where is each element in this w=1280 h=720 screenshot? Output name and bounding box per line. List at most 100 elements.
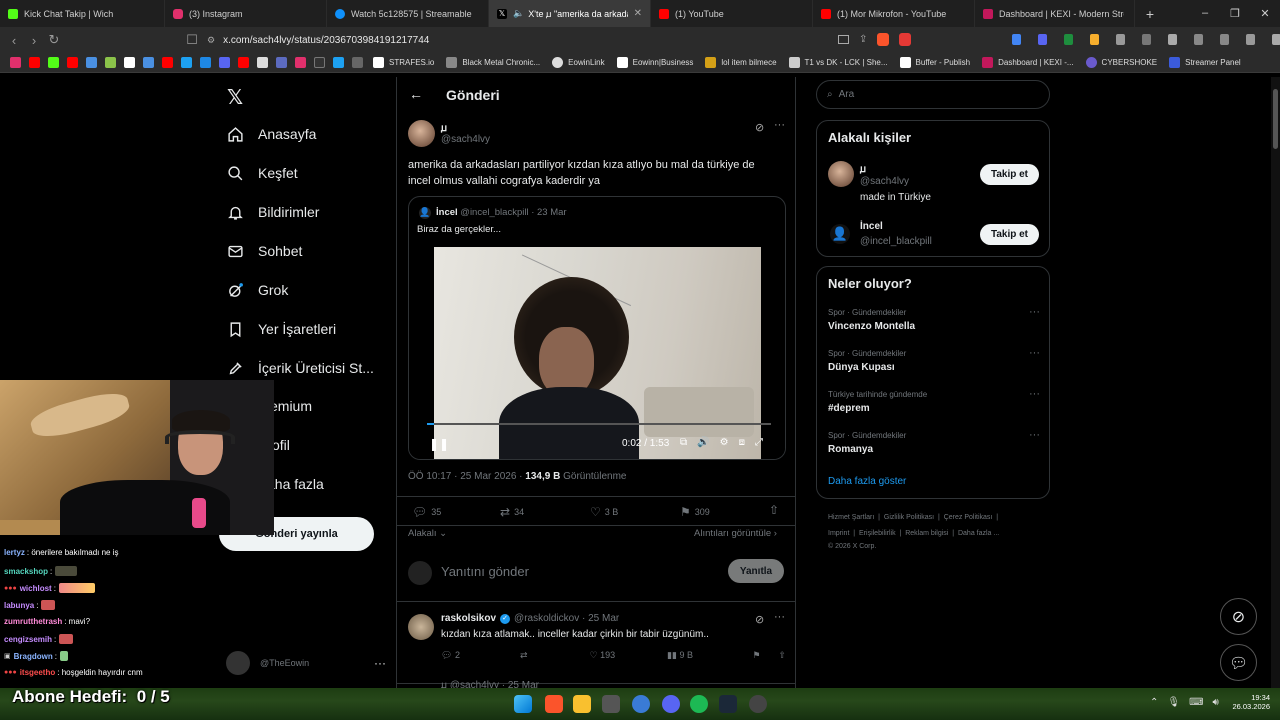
trend-item[interactable]: Spor · Gündemdekiler Romanya ··· (828, 429, 1040, 455)
search-box[interactable]: ⌕ Ara (816, 80, 1050, 109)
bookmark-page-icon[interactable]: ☐ (182, 32, 202, 48)
share-icon[interactable]: ⇧ (778, 650, 786, 661)
more-icon[interactable]: ··· (1029, 306, 1040, 318)
nav-explore[interactable]: Keşfet (226, 164, 298, 182)
wallet-icon[interactable] (1220, 34, 1229, 45)
more-icon[interactable]: ··· (1029, 429, 1040, 441)
footer-link[interactable]: Gizlilik Politikası (884, 514, 934, 521)
browser-tab-active[interactable]: 𝕏 🔈X'te ꙡ "amerika da arkadaşla✕ (489, 0, 651, 27)
brave-rewards-icon[interactable] (899, 33, 912, 46)
reply-tweet[interactable]: raskolsikov ✓ @raskoldickov · 25 Mar ⊘ ···… (397, 604, 795, 684)
reply-author-name[interactable]: raskolsikov (441, 613, 496, 624)
footer-link[interactable]: Reklam bilgisi (905, 530, 948, 537)
bookmark-item[interactable]: STRAFES.io (373, 57, 434, 68)
views-icon[interactable]: ▮▮ 9 B (667, 650, 693, 661)
browser-tab[interactable]: (3) Instagram (165, 0, 327, 27)
follow-button[interactable]: Takip et (980, 164, 1039, 185)
author-name[interactable]: ꙡ (441, 120, 447, 134)
bookmark-icon[interactable] (333, 57, 344, 68)
scrollbar-thumb[interactable] (1273, 89, 1278, 149)
discord-icon[interactable] (662, 695, 680, 713)
app-icon[interactable] (632, 695, 650, 713)
bookmark-item[interactable]: CYBERSHOKE (1085, 57, 1157, 68)
bookmark-item[interactable]: T1 vs DK - LCK | She... (788, 57, 888, 68)
nav-messages[interactable]: Sohbet (226, 242, 302, 260)
quote-card[interactable]: 👤 İncel @incel_blackpill · 23 Mar Biraz … (408, 196, 786, 460)
extension-icon[interactable] (1012, 34, 1021, 45)
bookmark-item[interactable]: Eowinn|Business (616, 57, 693, 68)
avatar[interactable] (828, 161, 854, 187)
vpn-icon[interactable] (1246, 34, 1255, 45)
repost-button[interactable]: ⇄ 34 (500, 505, 524, 519)
puzzle-icon[interactable] (1142, 34, 1151, 45)
extension-icon[interactable] (1064, 34, 1073, 45)
instagram-icon[interactable] (295, 57, 306, 68)
pip-icon[interactable]: ⧈ (739, 437, 745, 448)
bookmark-item[interactable]: Buffer - Publish (899, 57, 970, 68)
nav-bookmarks[interactable]: Yer İşaretleri (226, 320, 336, 338)
nav-premium[interactable]: emium (270, 398, 312, 414)
nav-creator-studio[interactable]: İçerik Üreticisi St... (226, 359, 374, 377)
bookmark-item[interactable]: Streamer Panel (1169, 57, 1241, 68)
chat-bubble-icon[interactable]: 💬︎ (1220, 644, 1257, 681)
nav-more[interactable]: aha fazla (267, 476, 324, 492)
reply-icon[interactable]: 💬︎ 2 (441, 650, 460, 661)
nav-profile[interactable]: ofil (272, 437, 290, 453)
more-icon[interactable]: ··· (374, 656, 386, 670)
nav-grok[interactable]: Grok (226, 281, 288, 299)
back-icon[interactable]: ‹ (4, 33, 24, 48)
bookmark-icon[interactable]: ⚑ (752, 650, 760, 661)
trend-item[interactable]: Türkiye tarihinde gündemde #deprem ··· (828, 388, 1040, 414)
bookmark-icon[interactable] (162, 57, 173, 68)
reply-input[interactable]: Yanıtını gönder (441, 564, 529, 579)
browser-tab[interactable]: Dashboard | KEXI - Modern Stream C (975, 0, 1135, 27)
heart-icon[interactable]: ♡ 193 (590, 650, 616, 661)
person-name[interactable]: ꙡ (860, 161, 866, 175)
footer-link[interactable]: Imprint (828, 530, 849, 537)
extension-icon[interactable] (1116, 34, 1125, 45)
trend-item[interactable]: Spor · Gündemdekiler Vincenzo Montella ··· (828, 306, 1040, 332)
brave-icon[interactable] (545, 695, 563, 713)
screen-icon[interactable] (838, 35, 849, 44)
video-player[interactable]: ❚❚ 0:02 / 1:53 ⧉ 🔊 ⚙ ⧈ ⤢ (409, 247, 785, 459)
bookmark-item[interactable]: Dashboard | KEXI -... (982, 57, 1074, 68)
avatar[interactable] (408, 614, 434, 640)
view-quotes-link[interactable]: Alıntıları görüntüle › (694, 528, 777, 539)
x-icon[interactable] (257, 57, 268, 68)
grok-icon[interactable]: ⊘ (1220, 598, 1257, 635)
avatar[interactable] (408, 120, 435, 147)
pause-icon[interactable]: ❚❚ (429, 437, 449, 451)
avatar[interactable]: 👤 (830, 224, 850, 244)
footer-link[interactable]: Hizmet Şartları (828, 514, 874, 521)
site-info-icon[interactable]: ⚙ (207, 35, 215, 46)
nav-notifications[interactable]: Bildirimler (226, 203, 319, 221)
url-field[interactable]: ⚙ x.com/sach4lvy/status/2036703984191217… (207, 30, 807, 50)
fullscreen-icon[interactable]: ⤢ (755, 437, 763, 448)
footer-link[interactable]: Daha fazla ... (958, 530, 999, 537)
like-button[interactable]: ♡ 3 B (590, 505, 618, 519)
spotify-icon[interactable] (690, 695, 708, 713)
browser-tab[interactable]: (1) YouTube (651, 0, 813, 27)
sidebar-icon[interactable] (1194, 34, 1203, 45)
restore-button[interactable]: ❐ (1220, 7, 1250, 20)
author-handle[interactable]: @sach4lvy (441, 134, 490, 145)
more-icon[interactable]: ··· (774, 119, 785, 131)
browser-tab[interactable]: (1) Mor Mikrofon - YouTube (813, 0, 975, 27)
chevron-up-icon[interactable]: ⌃ (1150, 697, 1158, 708)
grok-icon[interactable]: ⊘ (755, 613, 764, 626)
person-name[interactable]: İncel (860, 221, 883, 232)
windows-start-icon[interactable] (514, 695, 532, 713)
account-switcher[interactable]: @TheEowin ··· (226, 648, 386, 678)
shield-icon[interactable] (1272, 34, 1280, 45)
footer-link[interactable]: Çerez Politikası (944, 514, 993, 521)
bookmark-icon[interactable] (67, 57, 78, 68)
bookmark-icon[interactable] (352, 57, 363, 68)
volume-icon[interactable]: 🔊 (697, 437, 709, 448)
bookmark-icon[interactable] (48, 57, 59, 68)
nav-home[interactable]: Anasayfa (226, 125, 316, 143)
bookmark-item[interactable]: lol item bilmece (705, 57, 777, 68)
browser-tab[interactable]: Watch 5c128575 | Streamable (327, 0, 489, 27)
app-icon[interactable] (602, 695, 620, 713)
extension-icon[interactable] (1038, 34, 1047, 45)
show-more-link[interactable]: Daha fazla göster (828, 476, 906, 487)
